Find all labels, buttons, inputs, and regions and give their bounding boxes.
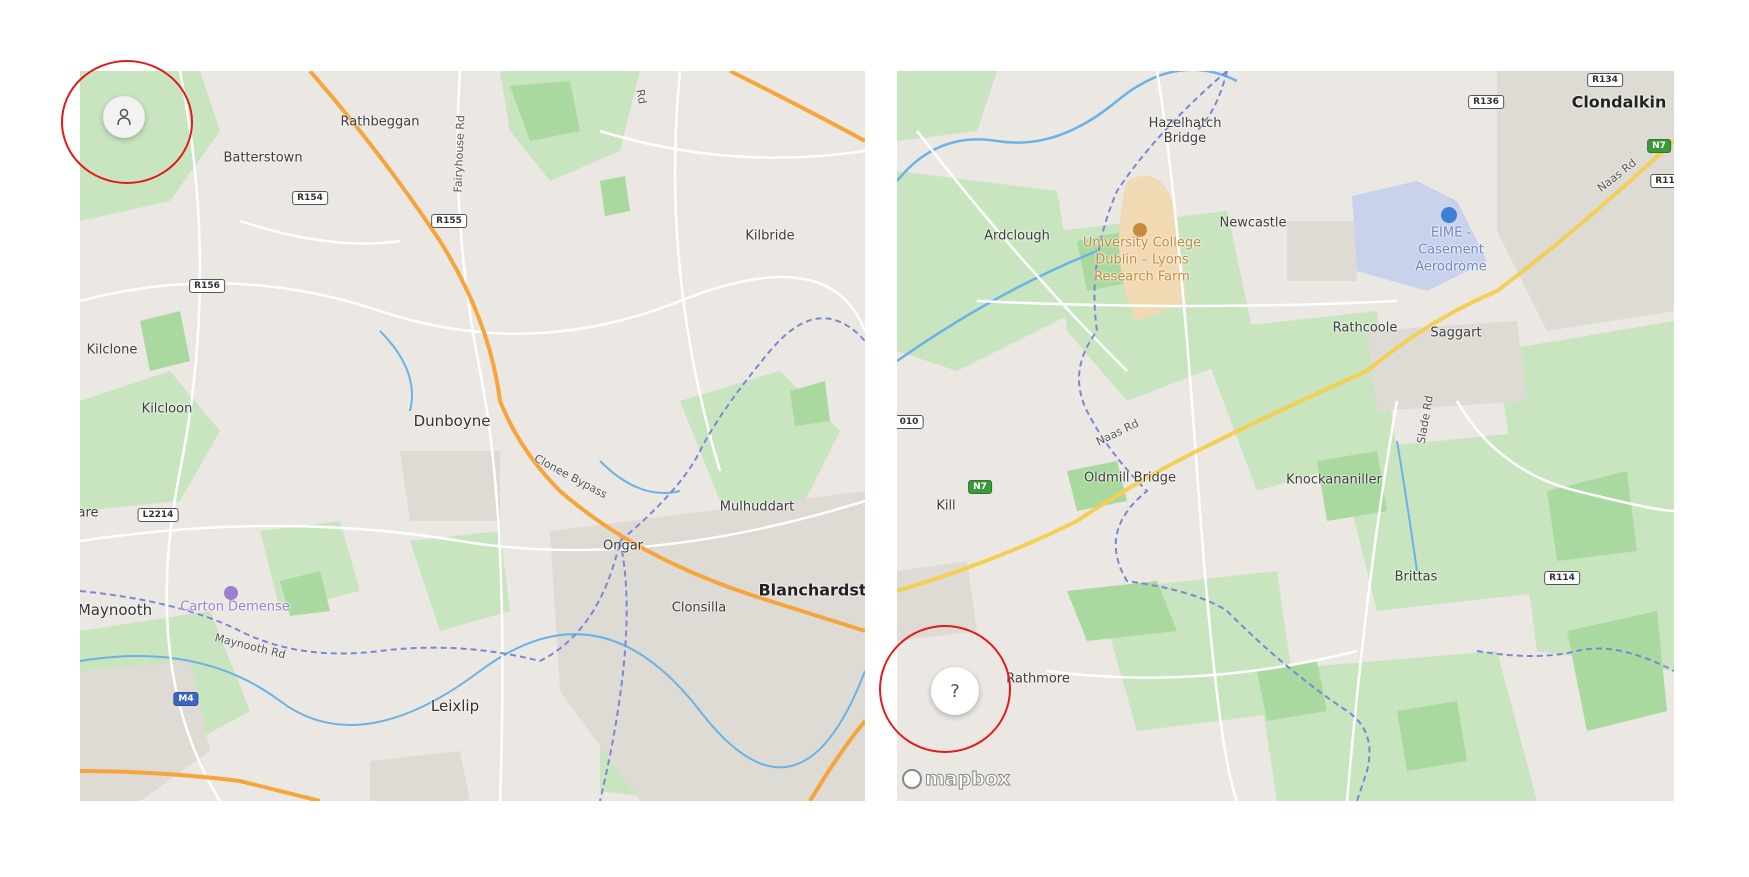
shield-r11: R11 (1650, 174, 1674, 188)
map-view-left[interactable]: Rathbeggan Batterstown Kilbride Kilclone… (80, 71, 865, 801)
hotel-icon (224, 586, 238, 600)
place-clonsilla: Clonsilla (671, 600, 727, 616)
place-kilbride: Kilbride (745, 228, 795, 244)
place-kilclone: Kilclone (86, 342, 138, 358)
help-button[interactable]: ? (931, 667, 979, 715)
place-hazelhatch-bridge: Hazelhatch Bridge (1149, 116, 1222, 146)
user-icon (117, 108, 131, 126)
hazelhatch-label: Hazelhatch Bridge (1148, 116, 1222, 146)
shield-r156: R156 (189, 279, 225, 293)
place-dunboyne: Dunboyne (413, 412, 491, 430)
place-brittas: Brittas (1394, 569, 1438, 585)
place-ardclough: Ardclough (984, 228, 1050, 244)
place-oldmill-bridge: Oldmill Bridge (1083, 470, 1177, 486)
shield-r155: R155 (431, 214, 467, 228)
shield-r114: R114 (1544, 571, 1580, 585)
profile-button[interactable] (103, 96, 145, 138)
shield-r134: R134 (1587, 73, 1623, 87)
shield-m4: M4 (173, 692, 199, 706)
place-carton-demesne: Carton Demense (180, 599, 290, 615)
shield-n7-top: N7 (1647, 139, 1671, 153)
place-kill: Kill (936, 498, 956, 514)
place-saggart: Saggart (1430, 325, 1482, 341)
shield-r136: R136 (1468, 95, 1504, 109)
road-label-rd: Rd (633, 88, 649, 106)
place-batterstown: Batterstown (223, 150, 303, 166)
map-canvas-right (897, 71, 1674, 801)
place-ongar: Ongar (602, 538, 644, 554)
shield-r154: R154 (292, 191, 328, 205)
place-clare-partial: are (80, 505, 99, 521)
mapbox-logo-icon (902, 769, 922, 789)
place-maynooth: Maynooth (80, 601, 153, 619)
place-casement-aerodrome: EIME - Casement Aerodrome (1415, 225, 1487, 276)
map-view-right[interactable]: Hazelhatch Bridge Clondalkin Ardclough N… (897, 71, 1674, 801)
place-rathmore: Rathmore (1006, 671, 1070, 687)
map-canvas-left (80, 71, 865, 801)
shield-n7: N7 (968, 480, 992, 494)
ucd-farm-label: University College Dublin – Lyons Resear… (1082, 235, 1202, 285)
place-knockananiller: Knockananiller (1286, 472, 1382, 488)
help-icon: ? (950, 680, 960, 702)
place-leixlip: Leixlip (430, 697, 480, 715)
place-ucd-farm: University College Dublin – Lyons Resear… (1083, 235, 1201, 286)
airport-icon (1441, 207, 1457, 223)
road-label-fairyhouse: Fairyhouse Rd (451, 114, 468, 193)
mapbox-attribution: mapbox (924, 768, 1011, 791)
place-newcastle: Newcastle (1219, 215, 1287, 231)
mapbox-logo[interactable]: mapbox (902, 768, 1011, 791)
place-clondalkin: Clondalkin (1571, 92, 1667, 112)
place-kilcloon: Kilcloon (141, 401, 193, 417)
shield-l2214: L2214 (137, 508, 179, 522)
shield-r010: 010 (897, 415, 924, 429)
casement-label: EIME - Casement Aerodrome (1415, 225, 1487, 275)
place-mulhuddart: Mulhuddart (719, 499, 795, 515)
place-rathcoole: Rathcoole (1332, 320, 1398, 336)
place-rathbeggan: Rathbeggan (340, 114, 420, 130)
place-blanchardstown: Blanchardsto (758, 580, 865, 600)
